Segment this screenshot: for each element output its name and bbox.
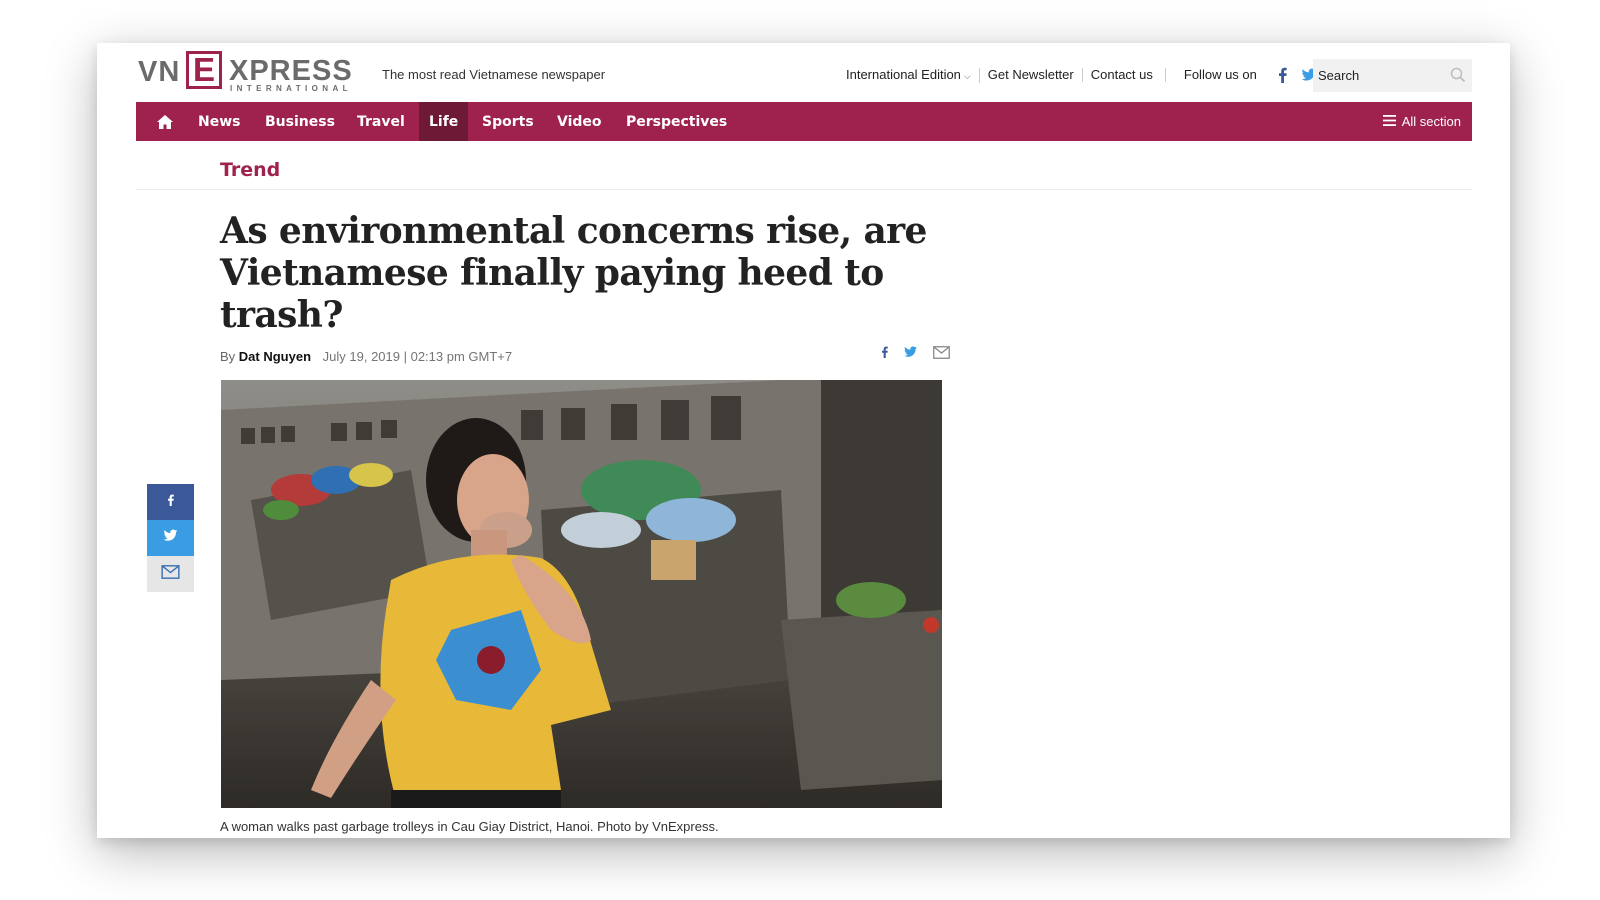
search-icon[interactable] <box>1450 67 1466 88</box>
article-title: As environmental concerns rise, are Viet… <box>220 210 927 336</box>
browser-page: VN E XPRESS INTERNATIONAL The most read … <box>97 43 1510 838</box>
divider <box>136 189 1472 190</box>
facebook-icon[interactable] <box>1275 67 1291 83</box>
nav-item-life[interactable]: Life <box>419 102 469 141</box>
all-section-label: All section <box>1401 114 1461 129</box>
facebook-share-button[interactable] <box>147 484 194 520</box>
nav-item-sports[interactable]: Sports <box>472 102 544 141</box>
site-tagline: The most read Vietnamese newspaper <box>382 67 606 82</box>
facebook-icon[interactable] <box>879 344 891 365</box>
chevron-down-icon: ⌵ <box>963 70 971 81</box>
newsletter-link[interactable]: Get Newsletter <box>980 68 1083 82</box>
nav-item-video[interactable]: Video <box>547 102 612 141</box>
contact-link[interactable]: Contact us <box>1083 68 1166 82</box>
mail-icon <box>161 564 180 584</box>
article-category[interactable]: Trend <box>220 159 280 181</box>
by-label: By <box>220 349 236 364</box>
floating-share-bar <box>147 484 194 592</box>
menu-icon <box>1382 114 1396 129</box>
main-nav: News Business Travel Life Sports Video P… <box>136 102 1472 141</box>
edition-selector[interactable]: International Edition ⌵ <box>846 66 980 83</box>
logo-international: INTERNATIONAL <box>230 84 352 93</box>
nav-item-news[interactable]: News <box>188 102 250 141</box>
publish-date: July 19, 2019 | 02:13 pm GMT+7 <box>322 349 513 364</box>
mail-icon[interactable] <box>933 345 950 364</box>
all-section-button[interactable]: All section <box>1382 102 1461 141</box>
twitter-share-button[interactable] <box>147 520 194 556</box>
logo-vn: VN <box>138 56 181 88</box>
author-link[interactable]: Dat Nguyen <box>239 349 311 364</box>
search-box[interactable] <box>1313 59 1472 92</box>
nav-item-perspectives[interactable]: Perspectives <box>616 102 737 141</box>
edition-label: International Edition <box>846 66 961 82</box>
follow-label: Follow us on <box>1183 67 1257 82</box>
logo-e: E <box>193 51 216 88</box>
share-bar <box>867 344 950 365</box>
site-logo[interactable]: VN E XPRESS INTERNATIONAL <box>138 50 360 93</box>
photo-caption: A woman walks past garbage trolleys in C… <box>220 819 719 834</box>
byline: By Dat Nguyen July 19, 2019 | 02:13 pm G… <box>220 349 512 364</box>
twitter-icon <box>162 528 179 548</box>
top-links: International Edition ⌵ Get Newsletter Co… <box>846 67 1317 83</box>
twitter-icon[interactable] <box>903 345 918 364</box>
search-input[interactable] <box>1318 68 1438 83</box>
mail-share-button[interactable] <box>147 556 194 592</box>
nav-item-business[interactable]: Business <box>255 102 345 141</box>
article-photo <box>221 380 942 808</box>
nav-item-travel[interactable]: Travel <box>347 102 415 141</box>
home-icon[interactable] <box>150 102 180 141</box>
facebook-icon <box>165 491 177 514</box>
